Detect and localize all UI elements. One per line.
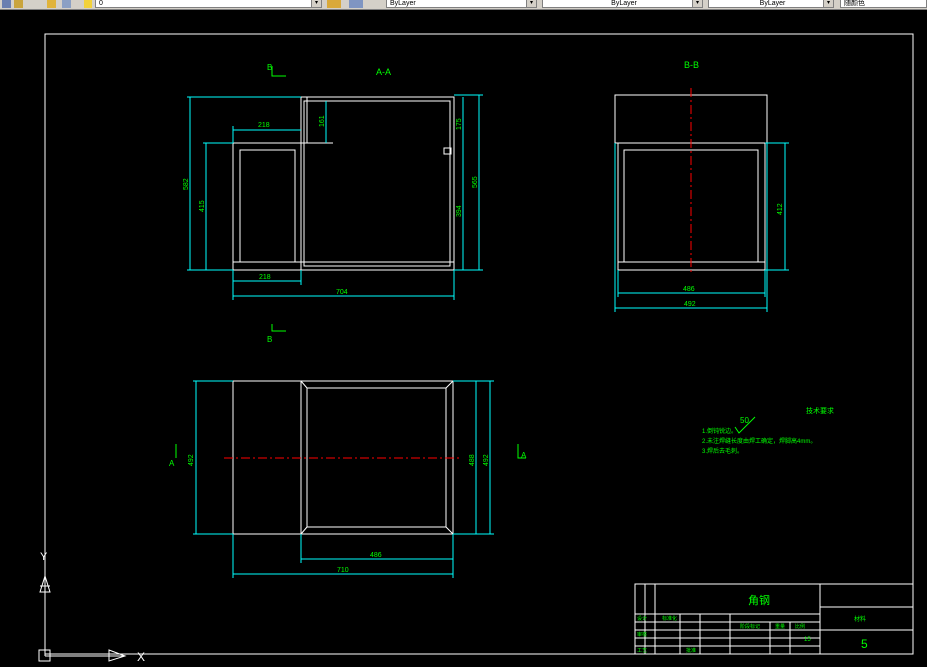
lineweight-dropdown-value: ByLayer — [759, 0, 786, 7]
lock-icon[interactable] — [62, 0, 71, 8]
plan-frame-corner — [445, 526, 454, 535]
section-mark-a-left: A — [169, 459, 175, 468]
dim-text: 710 — [337, 567, 349, 574]
make-current-icon[interactable] — [327, 0, 341, 8]
scale-value: 15 — [804, 637, 811, 643]
ucs-y-label: Y — [40, 551, 48, 563]
section-mark-a-right: A — [521, 451, 527, 460]
dim-text: 492 — [188, 454, 195, 466]
label-approved: 批准 — [686, 647, 696, 654]
layer-dropdown[interactable]: 0 ▾ — [95, 0, 322, 8]
plan-frame-corner — [300, 526, 308, 535]
linetype-dropdown[interactable]: ByLayer ▾ — [542, 0, 703, 8]
dim-text: 161 — [319, 115, 326, 127]
section-arrow-bottom — [271, 324, 286, 332]
material-label: 材料 — [854, 615, 866, 623]
chevron-down-icon[interactable]: ▾ — [823, 0, 833, 7]
dim-text: 492 — [684, 301, 696, 308]
dim-text: 486 — [683, 286, 695, 293]
plan-frame-corner — [300, 380, 308, 389]
view-bb-title: B-B — [684, 60, 699, 70]
dim-text: 412 — [777, 203, 784, 215]
dim-text: 415 — [199, 200, 206, 212]
plan-frame-corner — [445, 380, 454, 389]
chevron-down-icon[interactable]: ▾ — [526, 0, 536, 7]
layer-previous-icon[interactable] — [349, 0, 363, 8]
layer-state-icon[interactable] — [14, 0, 23, 8]
notes-heading: 技术要求 — [806, 406, 834, 415]
color-swatch-icon[interactable] — [84, 0, 92, 8]
notes-line-1: 1.倒钝锐边。 — [702, 427, 737, 435]
section-mark-b-bottom: B — [267, 335, 272, 344]
label-weight: 重量 — [775, 623, 785, 630]
label-stage: 阶段标记 — [740, 623, 760, 630]
drawing-canvas[interactable]: A-A B 218 161 175 582 415 565 394 218 70… — [0, 10, 927, 667]
view-bb: B-B 412 486 492 — [614, 60, 789, 312]
part-name: 角钢 — [748, 594, 770, 607]
title-block: 角钢 材料 5 15 设计 审核 标准化 工艺 批准 阶段标记 重量 比例 — [634, 583, 914, 655]
properties-toolbar: 0 ▾ ByLayer ▾ ByLayer ▾ ByLayer ▾ 随颜色 — [0, 0, 927, 10]
dim-text: 218 — [258, 122, 270, 129]
label-standard: 标准化 — [662, 615, 677, 622]
dim-text: 488 — [469, 454, 476, 466]
plotstyle-dropdown[interactable]: 随颜色 — [840, 0, 927, 8]
freeze-icon[interactable] — [47, 0, 56, 8]
section-arrow-top — [271, 66, 286, 77]
notes-line-3: 3.焊后去毛刺。 — [702, 447, 743, 455]
plotstyle-dropdown-value: 随颜色 — [844, 0, 865, 7]
label-drawn: 设计 — [637, 615, 647, 622]
dim-text: 582 — [183, 178, 190, 190]
dim-text: 394 — [456, 205, 463, 217]
color-dropdown-value: ByLayer — [390, 0, 416, 7]
color-dropdown[interactable]: ByLayer ▾ — [386, 0, 537, 8]
view-aa-title: A-A — [376, 67, 391, 77]
label-checked: 审核 — [637, 631, 647, 638]
linetype-dropdown-value: ByLayer — [611, 0, 637, 7]
dim-text: 486 — [370, 552, 382, 559]
ucs-x-label: X — [137, 650, 145, 664]
chevron-down-icon[interactable]: ▾ — [692, 0, 702, 7]
dim-text: 565 — [472, 176, 479, 188]
sheet-number: 5 — [861, 637, 868, 651]
label-process: 工艺 — [637, 648, 647, 654]
aa-left-inner — [239, 149, 296, 263]
layer-manager-icon[interactable] — [2, 0, 11, 8]
layer-dropdown-value: 0 — [99, 0, 103, 7]
aa-left-box — [232, 142, 302, 271]
ucs-icon: Y X — [38, 551, 145, 664]
plan-view: 492 488 492 486 710 A A — [169, 380, 527, 578]
chevron-down-icon[interactable]: ▾ — [311, 0, 321, 7]
dim-text: 175 — [456, 118, 463, 130]
view-aa: A-A B 218 161 175 582 415 565 394 218 70… — [183, 63, 483, 344]
technical-notes: 50 技术要求 1.倒钝锐边。 2.未注焊缝长度由焊工确定，焊脚高4mm。 3.… — [702, 406, 834, 455]
label-ratio: 比例 — [795, 623, 805, 630]
dim-text: 492 — [483, 454, 490, 466]
notes-line-2: 2.未注焊缝长度由焊工确定，焊脚高4mm。 — [702, 437, 816, 445]
lineweight-dropdown[interactable]: ByLayer ▾ — [708, 0, 834, 8]
dim-text: 218 — [259, 274, 271, 281]
dim-text: 704 — [336, 289, 348, 296]
